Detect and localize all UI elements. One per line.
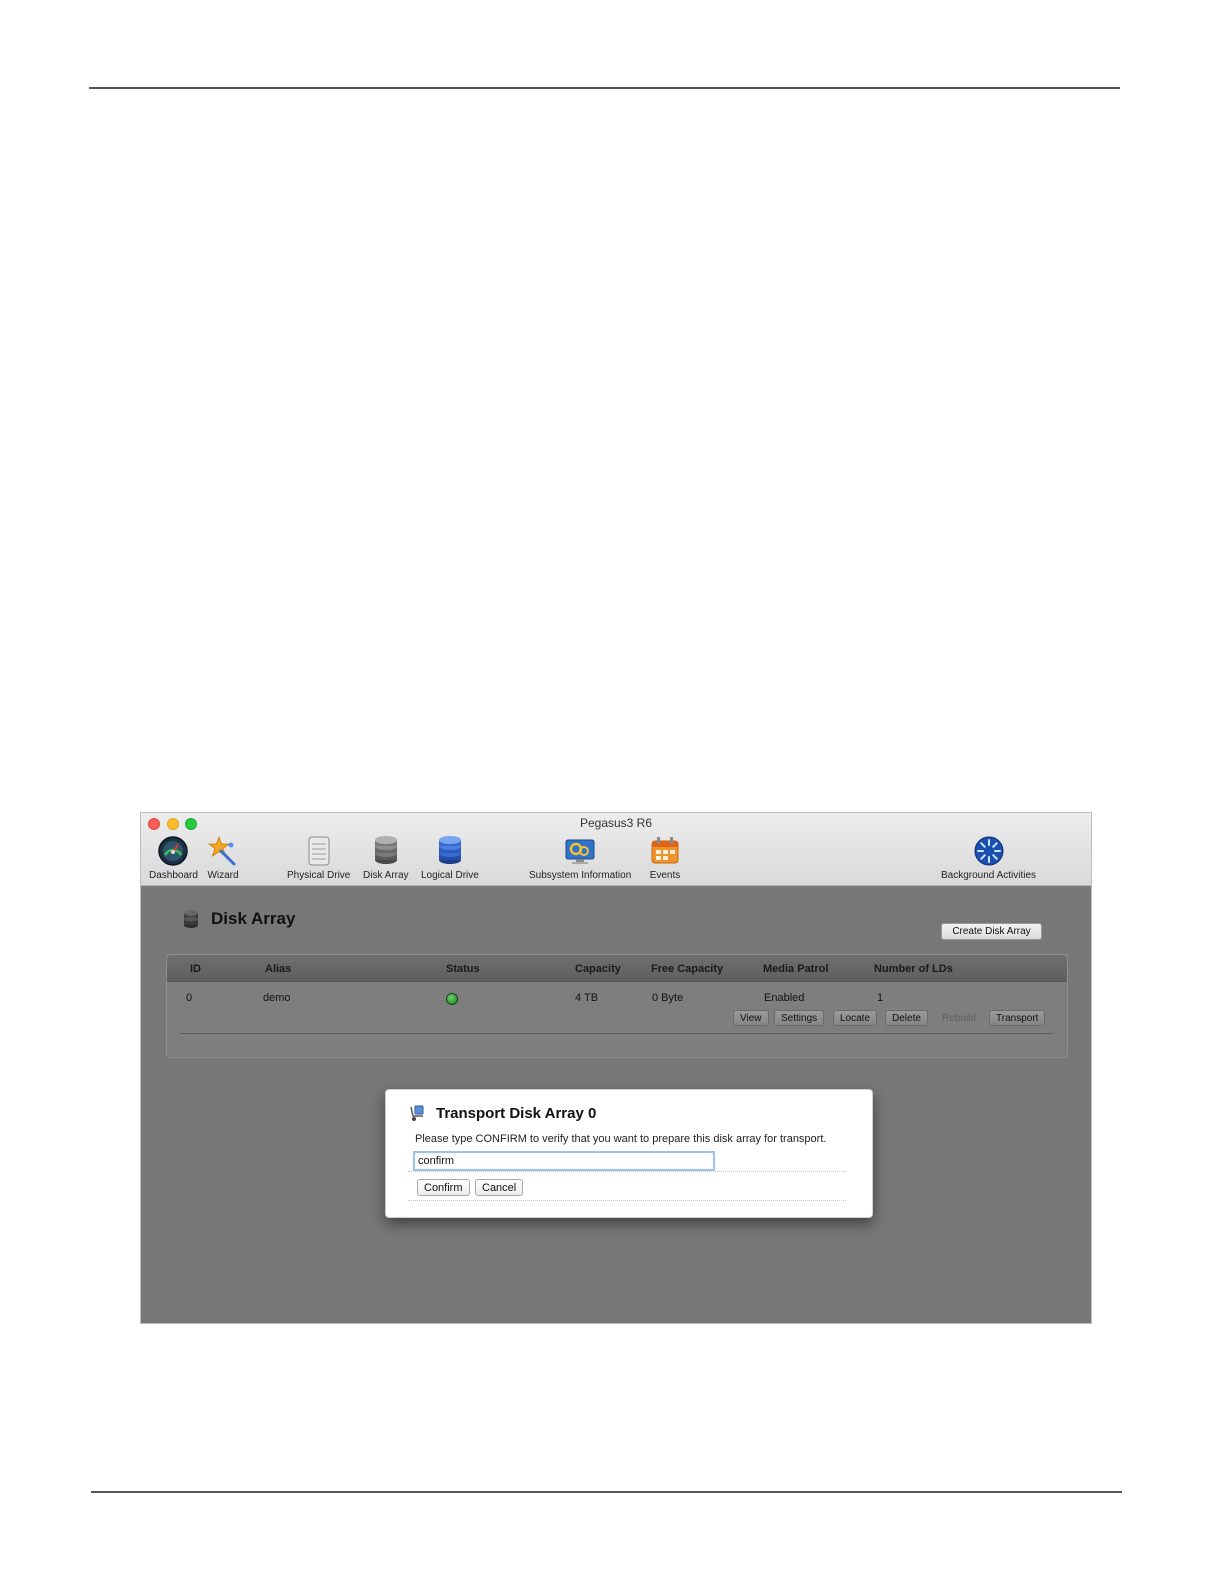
toolbar-item-events[interactable]: Events [649,835,681,883]
toolbar-item-wizard[interactable]: Wizard [207,835,239,883]
window-title: Pegasus3 R6 [579,816,653,830]
confirm-button[interactable]: Confirm [417,1179,470,1196]
page-title: Disk Array [211,909,296,928]
dialog-message: Please type CONFIRM to verify that you w… [415,1133,827,1145]
transport-button[interactable]: Transport [989,1010,1046,1026]
dialog-header: Transport Disk Array 0 [408,1104,596,1122]
dashboard-gauge-icon [158,836,189,866]
cancel-button[interactable]: Cancel [475,1179,524,1196]
settings-button[interactable]: Settings [774,1010,825,1026]
cell-media-patrol: Enabled [764,992,805,1004]
wizard-wand-icon [207,835,236,866]
toolbar-item-background-activities[interactable]: Background Activities [941,835,1036,883]
toolbar-item-dashboard[interactable]: Dashboard [149,835,198,883]
status-ok-icon [446,993,458,1005]
main-content: Disk Array Create Disk Array ID Alias St… [141,887,1091,1323]
dialog-title: Transport Disk Array 0 [436,1104,597,1122]
column-header-alias[interactable]: Alias [265,963,291,975]
column-header-media-patrol[interactable]: Media Patrol [763,963,828,975]
column-header-number-of-lds[interactable]: Number of LDs [874,963,953,975]
dialog-divider [408,1171,846,1172]
confirm-text-input[interactable] [413,1151,715,1171]
page-bottom-rule [91,1491,1122,1493]
locate-button[interactable]: Locate [833,1010,878,1026]
column-header-id[interactable]: ID [190,963,201,975]
toolbar: Pegasus3 R6 Dashboard Wizard Physical Dr… [141,813,1091,886]
row-divider [180,1033,1053,1034]
column-header-capacity[interactable]: Capacity [575,963,621,975]
cell-id: 0 [186,992,193,1004]
table-header: ID Alias Status Capacity Free Capacity M… [167,955,1067,982]
delete-button[interactable]: Delete [885,1010,928,1026]
page-heading: Disk Array [183,909,295,929]
toolbar-item-logical-drive[interactable]: Logical Drive [421,835,479,883]
logical-drive-icon [438,836,461,864]
dialog-divider [408,1200,846,1201]
cell-number-of-lds: 1 [877,992,884,1004]
page-top-rule [89,87,1120,89]
toolbar-item-disk-array[interactable]: Disk Array [363,835,409,883]
background-activities-icon [974,836,1004,866]
transport-dialog: Transport Disk Array 0 Please type CONFI… [385,1089,873,1218]
disk-array-icon [184,910,198,928]
cell-free-capacity: 0 Byte [652,992,684,1004]
column-header-status[interactable]: Status [446,963,480,975]
cell-alias: demo [263,992,291,1004]
view-button[interactable]: View [733,1010,769,1026]
rebuild-button: Rebuild [935,1010,983,1026]
physical-drive-icon [308,836,330,866]
subsystem-info-icon [565,839,595,864]
app-window: Pegasus3 R6 Dashboard Wizard Physical Dr… [140,812,1092,1324]
create-disk-array-button[interactable]: Create Disk Array [941,923,1042,940]
cell-capacity: 4 TB [575,992,599,1004]
hand-truck-icon [410,1105,424,1121]
disk-array-table: ID Alias Status Capacity Free Capacity M… [166,954,1068,1058]
events-calendar-icon [651,837,679,864]
toolbar-item-subsystem-information[interactable]: Subsystem Information [529,835,631,883]
toolbar-item-physical-drive[interactable]: Physical Drive [287,835,350,883]
column-header-free-capacity[interactable]: Free Capacity [651,963,723,975]
disk-array-icon [374,836,397,864]
